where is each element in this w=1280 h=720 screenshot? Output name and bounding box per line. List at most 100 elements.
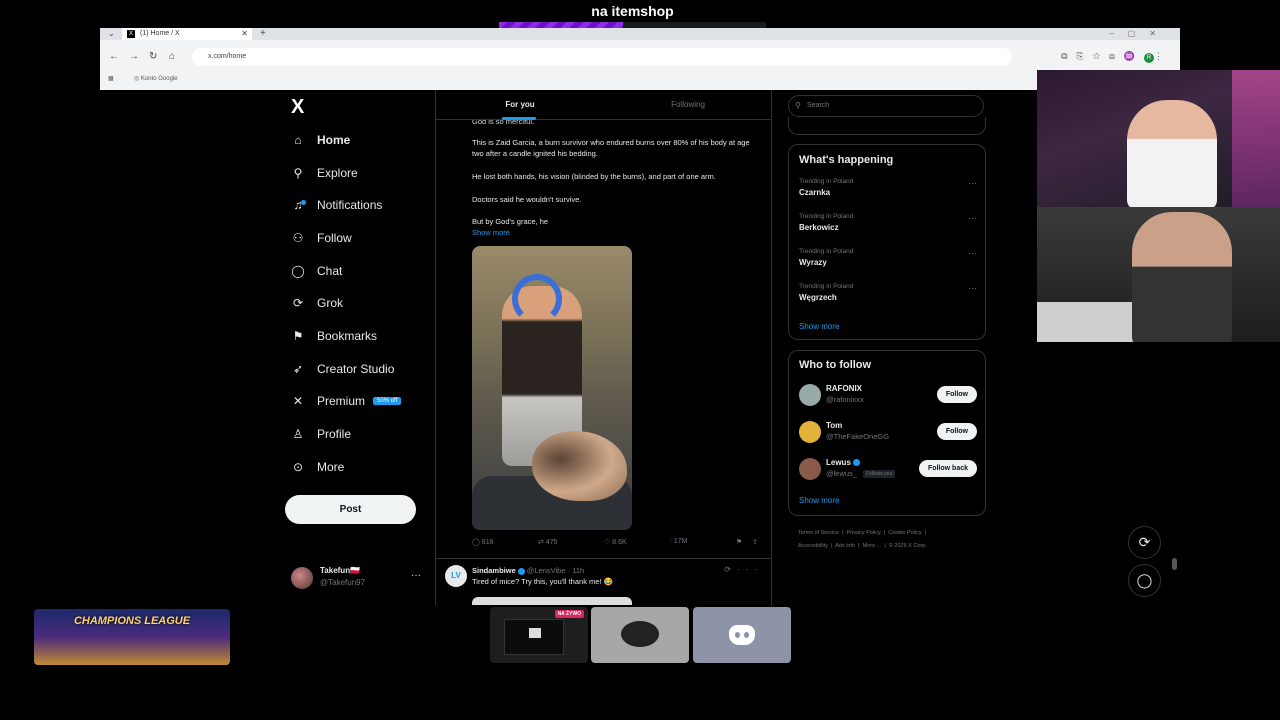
follow-suggestion[interactable]: RAFONIX @rafonixxx Follow bbox=[799, 382, 977, 408]
footer-link[interactable]: Cookie Policy bbox=[888, 530, 921, 536]
follow-button[interactable]: Follow back bbox=[918, 460, 977, 477]
search-icon: ⚲ bbox=[293, 166, 303, 180]
repost-button[interactable]: ⇄ 475 bbox=[538, 538, 558, 546]
nav-item-chat[interactable]: ◯ Chat bbox=[291, 260, 342, 282]
nav-item-premium[interactable]: ✕ Premium 50% off bbox=[291, 390, 402, 412]
follow-button[interactable]: Follow bbox=[936, 386, 977, 403]
new-tab-icon[interactable]: + bbox=[260, 28, 266, 40]
tweet-author[interactable]: Sindambiwe @LensVibe · 11h bbox=[472, 566, 584, 575]
show-more-link[interactable]: Show more bbox=[799, 496, 839, 505]
trend-item[interactable]: Trending in Poland Berkowicz ··· bbox=[799, 213, 977, 232]
discord-thumbnail[interactable] bbox=[693, 607, 791, 663]
tweet-actions: ◯ 818 ⇄ 475 ♡ 8.6K ⫶ 17M ⚑ ⇪ bbox=[472, 538, 762, 550]
post-button[interactable]: Post bbox=[285, 495, 416, 524]
grok-float-button[interactable]: ⟳ bbox=[1128, 526, 1161, 559]
address-bar[interactable]: x.com/home bbox=[192, 48, 1012, 66]
tweet[interactable]: LV Sindambiwe @LensVibe · 11h Tired of mi… bbox=[436, 558, 771, 605]
account-switcher[interactable]: Takefun🇵🇱 @Takefun97 ··· bbox=[285, 564, 425, 594]
footer-link[interactable]: Terms of Service bbox=[798, 530, 839, 536]
avatar[interactable] bbox=[799, 458, 821, 480]
follow-suggestion[interactable]: Tom @TheFakeOneGG Follow bbox=[799, 419, 977, 445]
tweet-grok-more[interactable]: ⟳··· bbox=[724, 565, 763, 574]
who-to-follow-box: Who to follow RAFONIX @rafonixxx Follow Tom… bbox=[788, 350, 986, 516]
trend-item[interactable]: Trending in Poland Węgrzech ··· bbox=[799, 283, 977, 302]
tweet-text: Tired of mice? Try this, you'll thank me… bbox=[472, 577, 613, 586]
forward-icon[interactable]: → bbox=[129, 51, 139, 62]
x-logo-icon[interactable]: X bbox=[291, 96, 304, 119]
car-thumbnail[interactable] bbox=[591, 607, 689, 663]
more-dots-icon[interactable]: ··· bbox=[411, 570, 421, 581]
suggestion-name[interactable]: Lewus bbox=[826, 458, 861, 467]
verified-badge-icon bbox=[517, 567, 525, 575]
nav-item-home[interactable]: ⌂ Home bbox=[291, 129, 350, 151]
tab-search-icon[interactable]: ⌄ bbox=[108, 28, 115, 40]
nav-item-notifications[interactable]: ♫ Notifications bbox=[291, 194, 383, 216]
car-image bbox=[621, 621, 659, 647]
home-browser-icon[interactable]: ⌂ bbox=[169, 51, 175, 62]
more-dots-icon[interactable]: ··· bbox=[968, 213, 977, 223]
follow-button[interactable]: Follow bbox=[936, 423, 977, 440]
bookmark-tweet-icon[interactable]: ⚑ bbox=[736, 538, 742, 546]
tab-strip: ⌄ X (1) Home / X ✕ + –▢✕ bbox=[100, 28, 1180, 40]
avatar[interactable] bbox=[799, 421, 821, 443]
suggestion-name[interactable]: Tom bbox=[826, 421, 842, 430]
search-input[interactable]: ⚲ Search bbox=[788, 95, 984, 117]
show-more-link[interactable]: Show more bbox=[472, 228, 510, 237]
nav-item-more[interactable]: ⊙ More bbox=[291, 456, 344, 478]
tab-for-you[interactable]: For you bbox=[436, 90, 604, 120]
more-dots-icon[interactable]: ··· bbox=[968, 283, 977, 293]
back-icon[interactable]: ← bbox=[109, 51, 119, 62]
window-controls[interactable]: –▢✕ bbox=[1109, 28, 1170, 40]
nav-item-label: Follow bbox=[317, 231, 352, 245]
footer-link[interactable]: Privacy Policy bbox=[847, 530, 881, 536]
nav-item-label: Notifications bbox=[317, 198, 383, 212]
nav-item-bookmarks[interactable]: ⚑ Bookmarks bbox=[291, 325, 377, 347]
chat-float-button[interactable]: ◯ bbox=[1128, 564, 1161, 597]
live-badge: NA ŻYWO bbox=[554, 610, 584, 618]
views-button[interactable]: ⫶ 17M bbox=[670, 538, 687, 546]
streamer-figure bbox=[1132, 212, 1232, 342]
tweet-video[interactable] bbox=[472, 246, 632, 530]
cam-light bbox=[1232, 70, 1280, 207]
grok-icon[interactable]: ⟳ bbox=[724, 565, 737, 574]
more-dots-icon[interactable]: ··· bbox=[968, 178, 977, 188]
follow-suggestion[interactable]: Lewus @lewus_ Follows you Follow back bbox=[799, 456, 977, 482]
bookmark-google-account[interactable]: ◎ Konto Google bbox=[134, 72, 178, 86]
main-feed: God is so merciful. This is Zaid Garcia,… bbox=[435, 90, 772, 605]
footer-link[interactable]: More ... bbox=[863, 543, 882, 549]
browser-tab-home[interactable]: X (1) Home / X ✕ bbox=[122, 28, 252, 40]
more-dots-icon[interactable]: ··· bbox=[737, 565, 763, 574]
trend-item[interactable]: Trending in Poland Czarnka ··· bbox=[799, 178, 977, 197]
reload-icon[interactable]: ↻ bbox=[149, 51, 157, 62]
extension-icons[interactable]: ⧉⎘☆⧈♒ R ⋮ bbox=[1061, 51, 1172, 63]
footer-link[interactable]: Accessibility bbox=[798, 543, 828, 549]
scrollbar[interactable] bbox=[1170, 342, 1180, 605]
avatar[interactable] bbox=[799, 384, 821, 406]
stream-thumbnail[interactable]: NA ŻYWO bbox=[490, 607, 588, 663]
show-more-link[interactable]: Show more bbox=[799, 322, 839, 331]
nav-item-profile[interactable]: ♙ Profile bbox=[291, 423, 351, 445]
tweet-paragraph: He lost both hands, his vision (blinded … bbox=[472, 172, 716, 181]
share-icon[interactable]: ⇪ bbox=[752, 538, 758, 546]
nav-item-grok[interactable]: ⟳ Grok bbox=[291, 292, 343, 314]
suggestion-name[interactable]: RAFONIX bbox=[826, 384, 862, 393]
nav-item-follow[interactable]: ⚇ Follow bbox=[291, 227, 352, 249]
verified-badge-icon bbox=[853, 459, 861, 467]
tab-following[interactable]: Following bbox=[604, 90, 771, 120]
footer-link[interactable]: Ads info bbox=[835, 543, 855, 549]
trend-meta: Trending in Poland bbox=[799, 213, 854, 220]
reply-button[interactable]: ◯ 818 bbox=[472, 538, 493, 546]
close-tab-icon[interactable]: ✕ bbox=[241, 28, 248, 40]
nav-item-explore[interactable]: ⚲ Explore bbox=[291, 162, 358, 184]
like-button[interactable]: ♡ 8.6K bbox=[604, 538, 627, 546]
profile-avatar-icon[interactable]: R bbox=[1144, 53, 1154, 63]
trend-item[interactable]: Trending in Poland Wyrazy ··· bbox=[799, 248, 977, 267]
more-dots-icon[interactable]: ··· bbox=[968, 248, 977, 258]
avatar[interactable]: LV bbox=[445, 565, 467, 587]
grok-icon: ⟳ bbox=[1138, 534, 1151, 550]
tweet-media[interactable] bbox=[472, 597, 632, 605]
whats-happening-box: What's happening Trending in Poland Czarn… bbox=[788, 144, 986, 340]
apps-grid-icon[interactable]: ▦ bbox=[108, 72, 114, 86]
nav-item-creator-studio[interactable]: ➶ Creator Studio bbox=[291, 358, 394, 380]
scrollbar-thumb[interactable] bbox=[1172, 558, 1177, 570]
